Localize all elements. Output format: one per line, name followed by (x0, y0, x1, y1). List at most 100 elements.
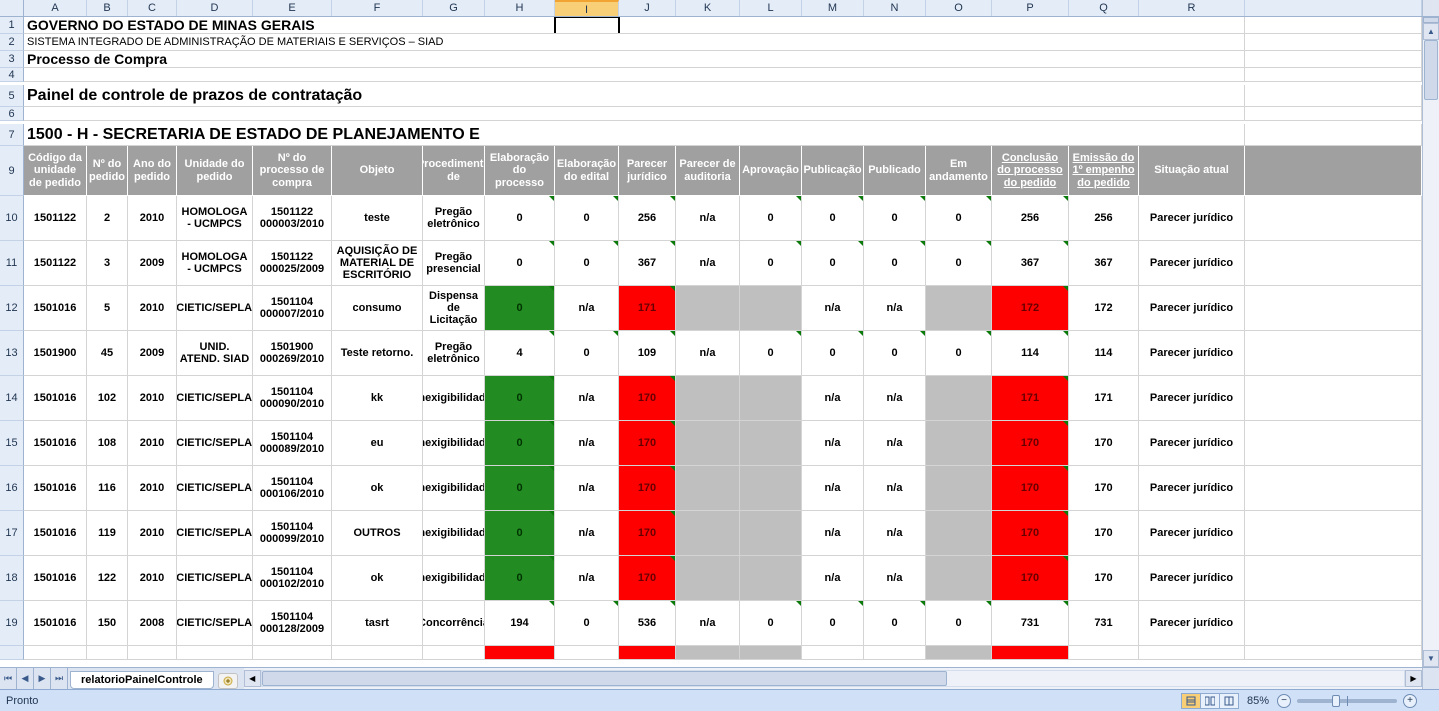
table-cell[interactable]: n/a (864, 286, 926, 331)
table-cell[interactable]: Parecer jurídico (1139, 466, 1245, 511)
table-cell[interactable]: Parecer jurídico (1139, 331, 1245, 376)
column-header-N[interactable]: N (864, 0, 926, 16)
new-sheet-button[interactable] (218, 673, 238, 689)
table-cell[interactable] (740, 511, 802, 556)
table-header[interactable]: Publicação (802, 146, 864, 196)
table-cell[interactable]: 170 (619, 511, 676, 556)
zoom-out-button[interactable]: − (1277, 694, 1291, 708)
row-header-19[interactable]: 19 (0, 601, 24, 646)
table-cell[interactable]: 170 (1069, 511, 1139, 556)
cell[interactable] (1245, 421, 1422, 466)
table-cell[interactable]: 0 (555, 241, 619, 286)
table-cell[interactable]: 2010 (128, 421, 177, 466)
table-cell[interactable]: n/a (864, 466, 926, 511)
title-cell-row7[interactable]: 1500 - H - SECRETARIA DE ESTADO DE PLANE… (24, 124, 1245, 146)
table-cell[interactable]: Inexigibilidade (423, 511, 485, 556)
row-header-9[interactable]: 9 (0, 146, 24, 196)
table-header[interactable]: Unidade do pedido (177, 146, 253, 196)
table-cell[interactable]: HOMOLOGA - UCMPCS (177, 196, 253, 241)
table-cell[interactable]: n/a (555, 286, 619, 331)
table-cell[interactable] (128, 646, 177, 660)
table-cell[interactable]: UNID. ATEND. SIAD (177, 331, 253, 376)
table-cell[interactable] (926, 646, 992, 660)
table-cell[interactable]: 1501900 (24, 331, 87, 376)
table-cell[interactable]: n/a (864, 511, 926, 556)
column-header-E[interactable]: E (253, 0, 332, 16)
cell[interactable] (1245, 511, 1422, 556)
table-cell[interactable]: 1501016 (24, 421, 87, 466)
cell[interactable] (1245, 34, 1422, 51)
vertical-scrollbar[interactable]: ▲ ▼ (1422, 17, 1439, 667)
table-cell[interactable]: 0 (864, 331, 926, 376)
cell[interactable] (1245, 286, 1422, 331)
cell[interactable] (1245, 124, 1422, 146)
table-cell[interactable] (555, 646, 619, 660)
table-cell[interactable]: Inexigibilidade (423, 556, 485, 601)
table-cell[interactable]: kk (332, 376, 423, 421)
table-cell[interactable]: tasrt (332, 601, 423, 646)
table-cell[interactable] (926, 466, 992, 511)
table-cell[interactable]: 2010 (128, 376, 177, 421)
table-header[interactable]: Publicado (864, 146, 926, 196)
cell[interactable] (1245, 241, 1422, 286)
row-header-3[interactable]: 3 (0, 51, 24, 68)
column-header-D[interactable]: D (177, 0, 253, 16)
table-cell[interactable]: 0 (485, 241, 555, 286)
table-cell[interactable]: Parecer jurídico (1139, 421, 1245, 466)
table-cell[interactable]: Parecer jurídico (1139, 511, 1245, 556)
row-header-13[interactable]: 13 (0, 331, 24, 376)
table-cell[interactable]: 731 (1069, 601, 1139, 646)
table-cell[interactable] (676, 511, 740, 556)
table-cell[interactable]: 45 (87, 331, 128, 376)
table-cell[interactable] (926, 511, 992, 556)
table-cell[interactable]: Parecer jurídico (1139, 601, 1245, 646)
scroll-down-button[interactable]: ▼ (1423, 650, 1439, 667)
row-header-7[interactable]: 7 (0, 124, 24, 146)
table-cell[interactable]: 171 (992, 376, 1069, 421)
table-cell[interactable]: 536 (619, 601, 676, 646)
table-cell[interactable]: n/a (555, 556, 619, 601)
table-cell[interactable]: 170 (992, 421, 1069, 466)
table-cell[interactable]: 1501104 000106/2010 (253, 466, 332, 511)
zoom-slider-thumb[interactable] (1332, 695, 1340, 707)
table-cell[interactable]: 0 (802, 196, 864, 241)
table-cell[interactable]: n/a (864, 556, 926, 601)
table-cell[interactable] (740, 646, 802, 660)
zoom-in-button[interactable]: + (1403, 694, 1417, 708)
table-cell[interactable]: 1501122 (24, 241, 87, 286)
table-cell[interactable] (926, 421, 992, 466)
table-cell[interactable]: Inexigibilidade (423, 466, 485, 511)
table-header[interactable]: Aprovação (740, 146, 802, 196)
table-cell[interactable] (24, 646, 87, 660)
column-header-B[interactable]: B (87, 0, 128, 16)
table-cell[interactable]: 170 (1069, 466, 1139, 511)
table-cell[interactable]: 2010 (128, 511, 177, 556)
table-cell[interactable]: DCIETIC/SEPLAG (177, 466, 253, 511)
table-cell[interactable] (177, 646, 253, 660)
table-cell[interactable]: 122 (87, 556, 128, 601)
table-cell[interactable]: 256 (992, 196, 1069, 241)
row-header-15[interactable]: 15 (0, 421, 24, 466)
table-cell[interactable]: Pregão eletrônico (423, 331, 485, 376)
table-cell[interactable] (676, 421, 740, 466)
select-all-corner[interactable] (0, 0, 24, 16)
table-cell[interactable]: 0 (802, 241, 864, 286)
cell[interactable] (1245, 601, 1422, 646)
table-cell[interactable]: 170 (992, 466, 1069, 511)
row-header-5[interactable]: 5 (0, 85, 24, 107)
table-cell[interactable]: DCIETIC/SEPLAG (177, 601, 253, 646)
table-cell[interactable]: n/a (802, 286, 864, 331)
table-cell[interactable]: 0 (740, 196, 802, 241)
table-cell[interactable]: 170 (619, 556, 676, 601)
column-header-H[interactable]: H (485, 0, 555, 16)
cell[interactable] (1245, 51, 1422, 68)
row-header-4[interactable]: 4 (0, 68, 24, 82)
table-cell[interactable]: Parecer jurídico (1139, 196, 1245, 241)
table-cell[interactable]: Pregão presencial (423, 241, 485, 286)
table-cell[interactable]: 0 (926, 196, 992, 241)
table-cell[interactable]: 171 (619, 286, 676, 331)
table-cell[interactable]: Pregão eletrônico (423, 196, 485, 241)
table-cell[interactable]: 170 (992, 556, 1069, 601)
column-header-P[interactable]: P (992, 0, 1069, 16)
cell[interactable] (1245, 196, 1422, 241)
